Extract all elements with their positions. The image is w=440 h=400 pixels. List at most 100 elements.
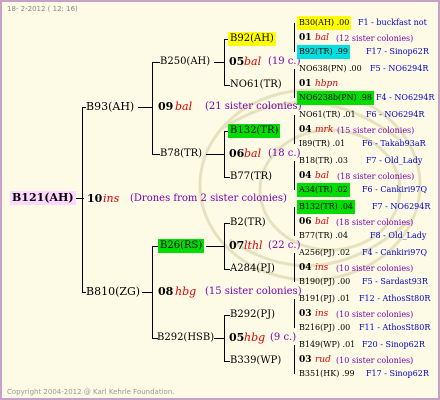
- gen4-drone-origin: F6 - NO6294R: [366, 110, 425, 119]
- gen4-drone-origin: F7 - Old_Lady: [366, 156, 423, 165]
- gen1-top-code: bal: [175, 100, 193, 113]
- gen4-drone-origin: F8 - Old_Lady: [370, 231, 427, 240]
- gen3-queen[interactable]: B92(AH): [228, 32, 276, 46]
- gen3-drone-note: (10 sister colonies): [336, 310, 414, 319]
- tree-line: [294, 115, 295, 144]
- tree-line: [152, 62, 153, 154]
- gen4-queen[interactable]: A34(TR) .02: [297, 183, 350, 197]
- gen1-drone-number: 10: [87, 192, 103, 205]
- gen4-queen[interactable]: B216(PJ) .00: [297, 321, 352, 335]
- gen4-drone-origin: F20 - Sinop62R: [362, 340, 425, 349]
- tree-line: [152, 246, 153, 338]
- gen2-number: 05: [229, 331, 245, 344]
- tree-line: [214, 62, 224, 63]
- tree-line: [82, 107, 83, 293]
- gen2-queen[interactable]: B250(AH): [158, 55, 212, 69]
- gen4-queen[interactable]: I89(TR) .01: [297, 137, 347, 151]
- tree-line: [224, 223, 225, 269]
- gen3-drone-number: 01: [299, 79, 312, 89]
- gen3-drone-note: (10 sister colonies): [336, 264, 414, 273]
- gen2-note: (9 c.): [270, 332, 297, 343]
- gen2-note: (18 c.): [268, 148, 301, 159]
- gen4-queen[interactable]: B18(TR) .03: [297, 154, 350, 168]
- gen4-queen[interactable]: B190(PJ) .00: [297, 275, 352, 289]
- gen2-number: 05: [229, 55, 245, 68]
- tree-line: [206, 246, 224, 247]
- gen2-queen[interactable]: B26(RS): [158, 239, 205, 253]
- gen4-queen[interactable]: B351(HK) .99: [297, 367, 357, 381]
- gen3-drone-code: ins: [315, 309, 329, 319]
- tree-line: [294, 69, 295, 98]
- gen3-queen[interactable]: B2(TR): [228, 216, 268, 230]
- gen1-top-note: (21 sister colonies): [205, 101, 302, 112]
- gen4-queen[interactable]: B77(TR) .04: [297, 229, 350, 243]
- gen3-drone-code: rud: [315, 355, 331, 365]
- gen4-queen[interactable]: A256(PJ) .02: [297, 246, 352, 260]
- gen3-drone-note: (18 sister colonies): [337, 172, 415, 181]
- frame-border-top: [0, 0, 440, 2]
- gen4-drone-origin: F12 - AthosSt80R: [359, 294, 431, 303]
- gen1-bottom-queen[interactable]: B810(ZG): [84, 285, 142, 299]
- gen3-queen[interactable]: B292(PJ): [228, 308, 277, 322]
- gen3-drone-number: 04: [299, 171, 312, 181]
- header-date: 18- 2-2012 ( 12: 16): [7, 5, 78, 13]
- gen4-queen[interactable]: B30(AH) .00: [297, 16, 352, 30]
- gen1-bottom-code: hbg: [175, 285, 197, 298]
- gen3-drone-code: ins: [315, 263, 329, 273]
- gen4-queen[interactable]: B149(WP) .01: [297, 338, 357, 352]
- gen1-bottom-number: 08: [158, 285, 174, 298]
- gen3-drone-note: (18 sister colonies): [336, 218, 414, 227]
- gen1-top-queen[interactable]: B93(AH): [84, 100, 136, 114]
- gen1-drone-note: (Drones from 2 sister colonies): [130, 193, 287, 204]
- gen3-queen[interactable]: B339(WP): [228, 354, 283, 368]
- gen3-queen[interactable]: B77(TR): [228, 170, 274, 184]
- gen2-note: (19 c.): [268, 56, 301, 67]
- tree-line: [224, 131, 225, 177]
- gen1-bottom-note: (15 sister colonies): [205, 286, 302, 297]
- gen2-code: bal: [244, 55, 262, 68]
- gen4-queen[interactable]: B191(PJ) .01: [297, 292, 352, 306]
- gen4-drone-origin: F4 - Cankiri97Q: [362, 248, 427, 257]
- gen4-queen[interactable]: B92(TR) .99: [297, 45, 350, 59]
- gen1-drone-code: ins: [103, 192, 120, 205]
- gen3-drone-code: bal: [315, 171, 330, 181]
- gen3-drone-note: (15 sister colonies): [337, 126, 415, 135]
- gen4-queen[interactable]: NO61(TR) .01: [297, 108, 358, 122]
- gen4-drone-origin: F17 - Sinop62R: [366, 47, 429, 56]
- gen2-code: hbg: [244, 331, 266, 344]
- gen4-queen[interactable]: NO638(PN) .00: [297, 62, 364, 76]
- tree-line: [294, 23, 295, 52]
- frame-border-left: [0, 0, 2, 400]
- gen4-queen[interactable]: B132(TR) .04: [297, 200, 356, 214]
- gen3-drone-code: bal: [315, 217, 330, 227]
- gen3-drone-note: (10 sister colonies): [336, 356, 414, 365]
- gen3-queen[interactable]: B132(TR): [228, 124, 281, 138]
- root-queen[interactable]: B121(AH): [10, 191, 76, 205]
- gen4-drone-origin: F6 - Cankiri97Q: [362, 185, 427, 194]
- copyright-text: Copyright 2004-2012 @ Karl Kehrle Founda…: [7, 388, 175, 396]
- gen4-drone-origin: F5 - Sardast93R: [362, 277, 428, 286]
- gen2-number: 07: [229, 239, 245, 252]
- tree-line: [224, 315, 225, 361]
- gen2-queen[interactable]: B292(HSB): [155, 331, 216, 345]
- gen3-queen[interactable]: NO61(TR): [228, 78, 284, 92]
- gen3-drone-code: bal: [315, 33, 330, 43]
- gen4-queen[interactable]: NO6238b(PN) .98: [297, 91, 374, 105]
- gen2-code: bal: [244, 147, 262, 160]
- gen3-queen[interactable]: A284(PJ): [228, 262, 277, 276]
- gen2-code: lthl: [244, 239, 263, 252]
- gen3-drone-code: hbpn: [315, 79, 339, 89]
- gen2-queen[interactable]: B78(TR): [158, 147, 204, 161]
- gen2-number: 06: [229, 147, 245, 160]
- gen4-drone-origin: F17 - Sinop62R: [366, 369, 429, 378]
- tree-line: [294, 299, 295, 328]
- gen3-drone-number: 03: [299, 309, 312, 319]
- gen4-drone-origin: F6 - Takab93aR: [362, 139, 426, 148]
- tree-line: [206, 154, 224, 155]
- gen4-drone-origin: F5 - NO6294R: [370, 64, 429, 73]
- gen3-drone-number: 06: [299, 217, 312, 227]
- gen3-drone-number: 04: [299, 125, 312, 135]
- gen2-note: (22 c.): [268, 240, 301, 251]
- tree-line: [294, 207, 295, 236]
- tree-line: [294, 161, 295, 190]
